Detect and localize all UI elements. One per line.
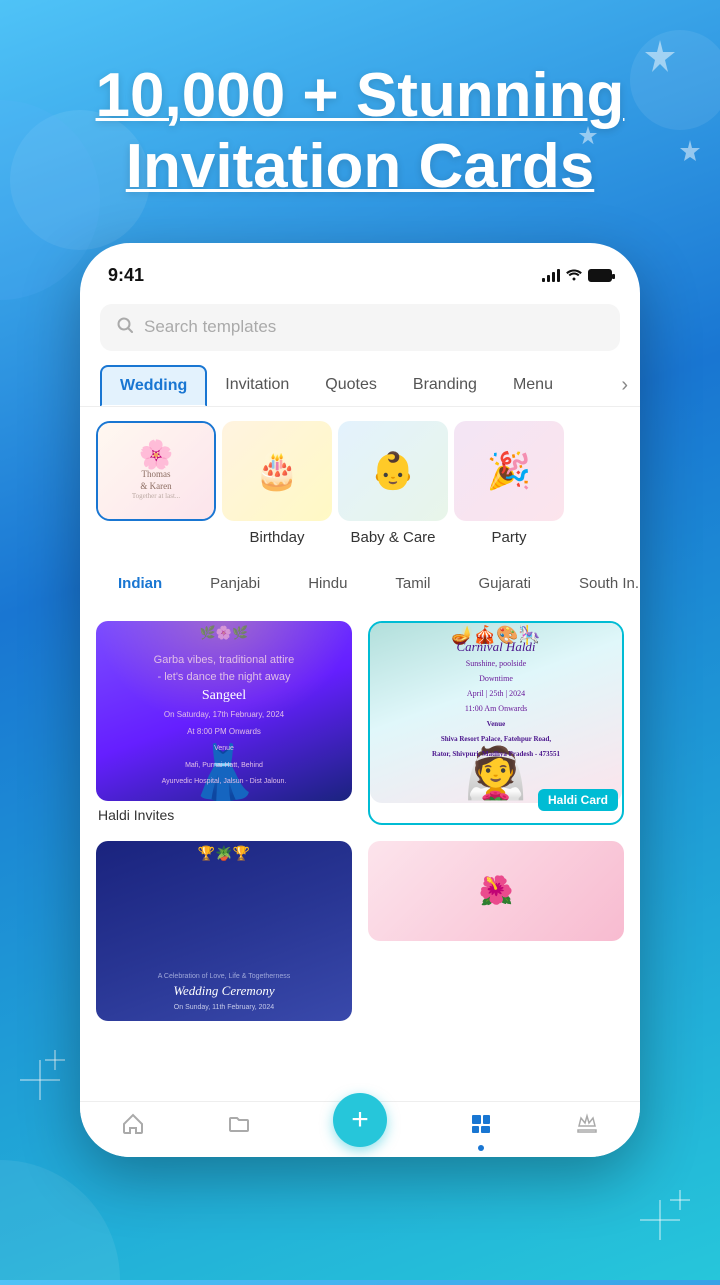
- nav-active-dot: [478, 1145, 484, 1151]
- status-bar: 9:41: [80, 261, 640, 294]
- filter-indian[interactable]: Indian: [100, 568, 180, 599]
- tab-invitation[interactable]: Invitation: [207, 366, 307, 404]
- folder-icon: [227, 1112, 251, 1143]
- phone-mockup: 9:41: [0, 243, 720, 1157]
- filter-south-indian[interactable]: South In...: [561, 568, 640, 599]
- nav-home[interactable]: [121, 1112, 145, 1143]
- fab-button[interactable]: +: [333, 1093, 387, 1147]
- tabs-more-arrow[interactable]: ›: [621, 374, 628, 397]
- tab-quotes[interactable]: Quotes: [307, 366, 395, 404]
- wedding-ceremony-card[interactable]: 🏆🪴🏆 A Celebration of Love, Life & Togeth…: [96, 841, 352, 1021]
- nav-grid[interactable]: [469, 1112, 493, 1143]
- wedding-ceremony-image: 🏆🪴🏆 A Celebration of Love, Life & Togeth…: [96, 841, 352, 1021]
- status-time: 9:41: [108, 265, 144, 286]
- battery-icon: [588, 269, 612, 282]
- filter-hindu[interactable]: Hindu: [290, 568, 365, 599]
- fourth-card-partial[interactable]: 🌺: [368, 841, 624, 1021]
- search-placeholder: Search templates: [144, 317, 276, 337]
- search-bar[interactable]: Search templates: [100, 304, 620, 351]
- search-icon: [116, 316, 134, 339]
- hero-section: 10,000 + Stunning Invitation Cards: [0, 0, 720, 233]
- category-baby-care[interactable]: 👶 Baby & Care: [338, 421, 448, 546]
- category-icons-row: 🌸 Thomas& Karen Together at last... 🎂 Bi…: [80, 407, 640, 560]
- tab-branding[interactable]: Branding: [395, 366, 495, 404]
- filter-gujarati[interactable]: Gujarati: [460, 568, 549, 599]
- category-party-label: Party: [491, 529, 526, 546]
- phone-screen: 9:41: [80, 243, 640, 1157]
- category-thumb-baby: 👶: [338, 421, 448, 521]
- haldi-invites-label: Haldi Invites: [96, 801, 352, 825]
- tab-menu[interactable]: Menu: [495, 366, 571, 404]
- tab-wedding[interactable]: Wedding: [100, 365, 207, 407]
- category-thumb-party: 🎉: [454, 421, 564, 521]
- tabs-container: Wedding Invitation Quotes Branding Menu …: [80, 365, 640, 407]
- nav-crown[interactable]: [575, 1112, 599, 1143]
- status-icons: [542, 267, 612, 284]
- category-selected[interactable]: 🌸 Thomas& Karen Together at last...: [96, 421, 216, 521]
- home-icon: [121, 1112, 145, 1143]
- category-thumb-wedding: 🌸 Thomas& Karen Together at last...: [96, 421, 216, 521]
- nav-folder[interactable]: [227, 1112, 251, 1143]
- haldi-invites-image: 🌿🌸🌿 Garba vibes, traditional attire - le…: [96, 621, 352, 801]
- grid-icon: [469, 1112, 493, 1143]
- hero-title-line1: 10,000 + Stunning: [96, 61, 625, 130]
- signal-icon: [542, 268, 560, 282]
- hero-title-line2: Invitation Cards: [126, 132, 595, 201]
- carnival-haldi-card[interactable]: 🪔🎪🎨🎠 Carnival Haldi Sunshine, poolsideDo…: [368, 621, 624, 825]
- carnival-haldi-image: 🪔🎪🎨🎠 Carnival Haldi Sunshine, poolsideDo…: [370, 623, 622, 803]
- haldi-invites-card[interactable]: 🌿🌸🌿 Garba vibes, traditional attire - le…: [96, 621, 352, 825]
- wifi-icon: [566, 267, 582, 284]
- hero-title: 10,000 + Stunning Invitation Cards: [40, 60, 680, 203]
- category-party[interactable]: 🎉 Party: [454, 421, 564, 546]
- category-birthday[interactable]: 🎂 Birthday: [222, 421, 332, 546]
- filter-tamil[interactable]: Tamil: [377, 568, 448, 599]
- category-thumb-birthday: 🎂: [222, 421, 332, 521]
- fourth-card-image: 🌺: [368, 841, 624, 941]
- haldi-card-badge: Haldi Card: [538, 789, 618, 811]
- category-baby-label: Baby & Care: [350, 529, 435, 546]
- filter-panjabi[interactable]: Panjabi: [192, 568, 278, 599]
- filter-row: Indian Panjabi Hindu Tamil Gujarati Sout…: [80, 560, 640, 613]
- cards-grid: 🌿🌸🌿 Garba vibes, traditional attire - le…: [80, 613, 640, 1101]
- crown-icon: [575, 1112, 599, 1143]
- bottom-nav-container: +: [80, 1101, 640, 1157]
- category-birthday-label: Birthday: [249, 529, 304, 546]
- search-container: Search templates: [80, 294, 640, 365]
